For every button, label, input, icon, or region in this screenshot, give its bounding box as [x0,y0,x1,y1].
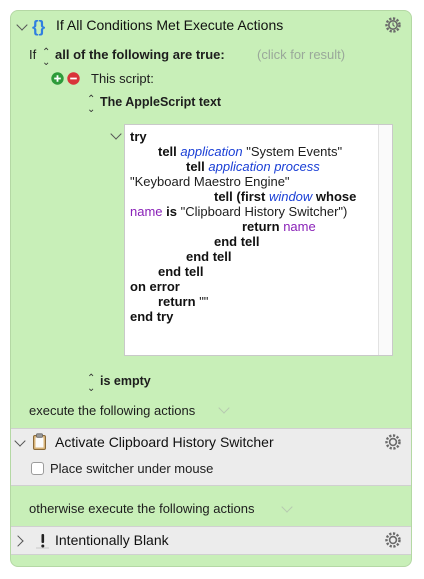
chevron-down-icon[interactable] [218,402,230,414]
code-line: try [130,129,147,144]
code-line: on error [130,279,180,294]
result-hint[interactable]: (click for result) [257,47,345,62]
gear-icon[interactable] [383,15,403,35]
if-then-else-action: {} If All Conditions Met Execute Actions… [10,10,412,567]
code-line: tell application process [186,159,320,174]
up-down-arrows-icon[interactable]: ⌃ ⌄ [42,48,50,68]
gear-icon[interactable] [383,530,403,550]
condition-type-label: This script: [91,71,154,86]
applescript-editor[interactable]: try tell application "System Events" tel… [124,124,393,356]
code-line: end tell [158,264,204,279]
up-down-arrows-icon[interactable]: ⌃ ⌄ [87,95,95,115]
checkbox-label: Place switcher under mouse [50,461,214,476]
match-mode-select[interactable]: all of the following are true: [55,47,225,62]
script-type-select[interactable]: The AppleScript text [100,95,221,109]
result-test-select[interactable]: is empty [100,374,151,388]
chevron-down-icon[interactable] [281,501,293,513]
code-line: name is "Clipboard History Switcher") [130,204,348,219]
plus-circle-icon[interactable] [51,72,64,85]
clipboard-icon [33,433,46,450]
code-line: end tell [186,249,232,264]
place-under-mouse-checkbox[interactable] [31,462,44,475]
chevron-down-icon[interactable] [16,19,28,31]
braces-icon: {} [32,17,46,36]
action-title: Intentionally Blank [55,532,169,548]
action-intentionally-blank[interactable]: Intentionally Blank [11,526,411,555]
action-activate-switcher[interactable]: Activate Clipboard History Switcher Plac… [11,428,411,486]
chevron-down-icon[interactable] [110,128,122,140]
code-line: end tell [214,234,260,249]
then-actions-label: execute the following actions [29,403,196,418]
code-line: return name [242,219,316,234]
editor-scrollbar[interactable] [378,125,392,355]
code-line: tell application "System Events" [158,144,343,159]
else-actions-label: otherwise execute the following actions [29,501,255,516]
exclamation-icon [36,534,49,549]
chevron-down-icon[interactable] [14,435,26,447]
code-line: return "" [158,294,209,309]
code-line: end try [130,309,174,324]
action-title: Activate Clipboard History Switcher [55,434,274,450]
code-line: "Keyboard Maestro Engine" [130,174,290,189]
up-down-arrows-icon[interactable]: ⌃ ⌄ [87,374,95,394]
minus-circle-icon[interactable] [67,72,80,85]
svg-text:{}: {} [32,17,46,36]
code-line: tell (first window whose [214,189,357,204]
chevron-right-icon[interactable] [12,535,24,547]
action-title: If All Conditions Met Execute Actions [56,17,284,33]
if-label: If [29,47,37,62]
gear-icon[interactable] [383,432,403,452]
